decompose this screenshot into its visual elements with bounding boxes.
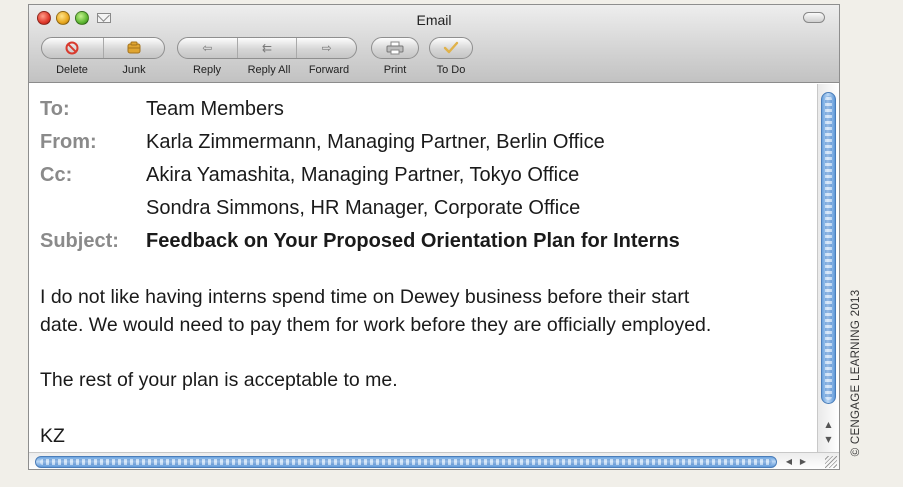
resize-grip-icon[interactable] — [825, 456, 837, 468]
toolbar-toggle-button[interactable] — [803, 12, 825, 23]
email-window: Email Delete Junk ⇦ ⇇ ⇨ Reply Reply All … — [28, 4, 840, 470]
reply-all-button[interactable]: ⇇ — [238, 38, 298, 58]
from-row: From: Karla Zimmermann, Managing Partner… — [40, 131, 605, 154]
print-button[interactable] — [372, 38, 418, 58]
horizontal-scroll-thumb[interactable] — [35, 456, 777, 468]
body-line-1: I do not like having interns spend time … — [40, 286, 690, 308]
delete-button[interactable] — [42, 38, 104, 58]
delete-junk-group — [41, 37, 165, 59]
cc-value-2: Sondra Simmons, HR Manager, Corporate Of… — [146, 197, 581, 219]
horizontal-scrollbar[interactable]: ◀ ▶ — [29, 452, 839, 469]
from-label: From: — [40, 131, 97, 153]
delete-icon — [65, 41, 79, 55]
reply-label: Reply — [192, 64, 222, 76]
copyright-credit: © CENGAGE LEARNING 2013 — [850, 289, 862, 457]
message-pane[interactable]: To: Team Members From: Karla Zimmermann,… — [29, 84, 819, 452]
window-title: Email — [416, 12, 452, 28]
todo-checkmark-icon — [443, 41, 459, 54]
print-label: Print — [383, 64, 407, 76]
from-value: Karla Zimmermann, Managing Partner, Berl… — [146, 131, 605, 153]
to-label: To: — [40, 98, 70, 120]
print-icon — [386, 41, 404, 55]
subject-label: Subject: — [40, 230, 119, 252]
todo-group — [429, 37, 473, 59]
cc-row-2: Sondra Simmons, HR Manager, Corporate Of… — [40, 197, 580, 220]
junk-icon — [127, 41, 141, 54]
body-line-3: The rest of your plan is acceptable to m… — [40, 369, 398, 391]
subject-row: Subject: Feedback on Your Proposed Orien… — [40, 230, 680, 253]
reply-button[interactable]: ⇦ — [178, 38, 238, 58]
todo-button[interactable] — [430, 38, 472, 58]
scroll-right-arrow-icon[interactable]: ▶ — [797, 456, 809, 468]
vertical-scrollbar[interactable]: ▲ ▼ — [817, 84, 839, 452]
scroll-down-arrow-icon[interactable]: ▼ — [822, 433, 835, 446]
reply-icon: ⇦ — [202, 41, 213, 55]
forward-button[interactable]: ⇨ — [297, 38, 356, 58]
reply-group: ⇦ ⇇ ⇨ — [177, 37, 357, 59]
delete-label: Delete — [56, 64, 88, 76]
scroll-up-arrow-icon[interactable]: ▲ — [822, 418, 835, 431]
body-line-2: date. We would need to pay them for work… — [40, 314, 712, 336]
cc-label: Cc: — [40, 164, 73, 186]
scroll-left-arrow-icon[interactable]: ◀ — [783, 456, 795, 468]
cc-value-1: Akira Yamashita, Managing Partner, Tokyo… — [146, 164, 580, 186]
reply-all-label: Reply All — [247, 64, 291, 76]
forward-label: Forward — [308, 64, 350, 76]
junk-button[interactable] — [104, 38, 165, 58]
print-group — [371, 37, 419, 59]
cc-row: Cc: Akira Yamashita, Managing Partner, T… — [40, 164, 579, 187]
reply-all-icon: ⇇ — [261, 41, 273, 55]
vertical-scroll-thumb[interactable] — [821, 92, 836, 404]
signature: KZ — [40, 425, 65, 447]
to-value: Team Members — [146, 98, 284, 120]
junk-label: Junk — [122, 64, 146, 76]
subject-value: Feedback on Your Proposed Orientation Pl… — [146, 230, 680, 252]
todo-label: To Do — [436, 64, 466, 76]
forward-icon: ⇨ — [321, 41, 332, 55]
to-row: To: Team Members — [40, 98, 284, 121]
title-bar: Email Delete Junk ⇦ ⇇ ⇨ Reply Reply All … — [29, 5, 839, 83]
